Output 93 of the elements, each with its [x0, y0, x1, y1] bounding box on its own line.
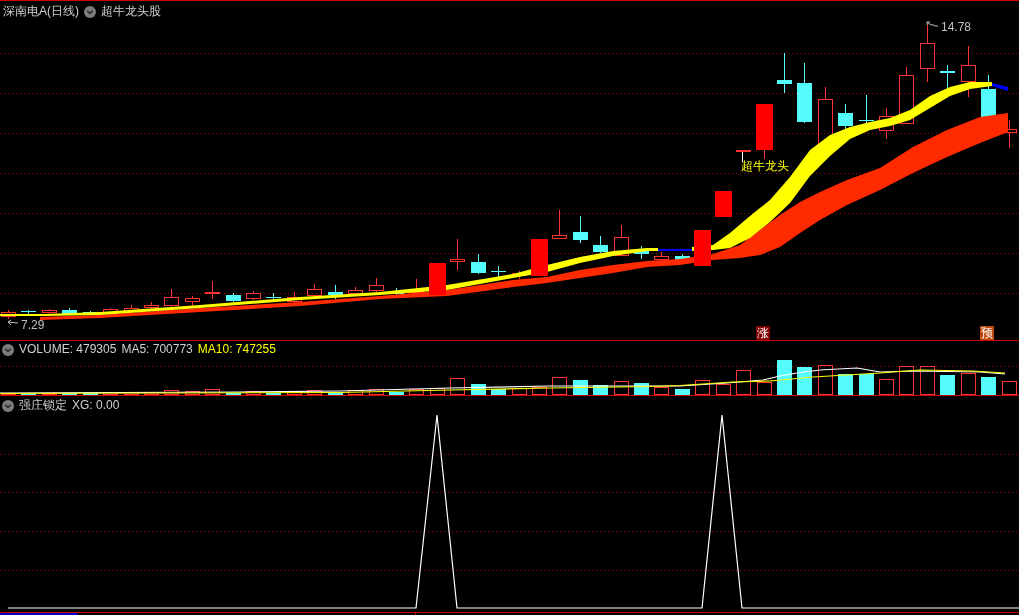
bullish-candle [961, 45, 976, 98]
volume-bar [328, 392, 343, 395]
bullish-candle [185, 295, 200, 307]
volume-bar [695, 380, 710, 395]
indicator-readout: XG: 0.00 [72, 398, 120, 413]
signal-badge: 预 [980, 326, 994, 340]
bearish-candle [573, 215, 588, 244]
pointer-arrow-icon [926, 21, 939, 28]
bearish-candle [940, 64, 955, 91]
chevron-circle-icon[interactable] [2, 343, 14, 356]
volume-bar [716, 384, 731, 395]
volume-bar [103, 392, 118, 395]
signal-badge: 涨 [756, 326, 770, 340]
volume-bar [859, 374, 874, 395]
bullish-candle [614, 224, 629, 256]
volume-bar [430, 388, 445, 395]
volume-bar [879, 379, 894, 395]
volume-bar [409, 389, 424, 395]
volume-bar [1002, 381, 1017, 395]
bullish-candle [164, 288, 179, 308]
bearish-candle [981, 74, 996, 117]
pointer-arrow-icon [7, 319, 19, 326]
low-price-label: 7.29 [21, 318, 45, 332]
bullish-candle [450, 238, 465, 271]
volume-bar [389, 392, 404, 395]
label-leader-line [742, 151, 743, 163]
volume-bar [369, 389, 384, 395]
volume-bar [838, 374, 853, 395]
volume-bar [593, 385, 608, 395]
bullish-candle [429, 263, 446, 295]
stock-title: 深南电A(日线) [3, 4, 79, 19]
doji-candle [859, 94, 874, 126]
indicator-readout: VOLUME: 479305 [19, 342, 117, 357]
volume-bar [164, 390, 179, 395]
bearish-candle [266, 292, 281, 302]
bearish-candle [471, 253, 486, 275]
volume-bar [307, 390, 322, 395]
bullish-candle [531, 239, 548, 276]
indicator-name: 超牛龙头股 [101, 4, 161, 19]
bullish-candle [369, 277, 384, 293]
volume-bar [552, 377, 567, 395]
volume-bar [920, 366, 935, 395]
volume-bar [532, 387, 547, 395]
bullish-candle [920, 24, 935, 83]
bullish-candle [287, 291, 302, 304]
volume-bar [757, 382, 772, 395]
bullish-candle [694, 230, 711, 266]
bullish-candle [42, 308, 57, 316]
volume-bar [246, 391, 261, 395]
bullish-candle [307, 283, 322, 298]
doji-candle [21, 309, 36, 315]
volume-bar [450, 378, 465, 395]
bullish-candle [144, 301, 159, 310]
bearish-candle [226, 292, 241, 303]
volume-bar [940, 375, 955, 395]
bearish-candle [593, 235, 608, 254]
volume-bar [777, 360, 792, 395]
doji-candle [205, 280, 220, 300]
bearish-candle [797, 62, 812, 124]
falling-average-segment [992, 83, 1008, 91]
volume-bar [654, 387, 669, 395]
volume-bar [675, 389, 690, 395]
volume-bar [287, 392, 302, 395]
high-price-label: 14.78 [941, 20, 972, 34]
volume-bar [185, 391, 200, 395]
indicator-readout: MA10: 747255 [197, 342, 276, 357]
bullish-candle [715, 191, 732, 217]
indicator-readout: MA5: 700773 [121, 342, 193, 357]
doji-candle [491, 265, 506, 278]
volume-bar [899, 366, 914, 395]
volume-bar [818, 365, 833, 395]
volume-bar [512, 388, 527, 395]
volume-bar [205, 389, 220, 395]
bearish-candle [838, 103, 853, 131]
bullish-candle [1, 309, 16, 320]
chevron-circle-icon[interactable] [2, 399, 14, 412]
volume-bar [348, 390, 363, 395]
signal-label: 超牛龙头 [741, 159, 789, 173]
volume-bar [614, 381, 629, 395]
volume-bar [736, 370, 751, 395]
chevron-circle-icon[interactable] [84, 5, 96, 18]
bullish-candle [756, 104, 773, 160]
volume-bar [124, 392, 139, 395]
volume-bar [491, 389, 506, 395]
bullish-candle [246, 290, 261, 301]
bullish-candle [552, 209, 567, 239]
volume-bar [981, 377, 996, 395]
volume-bar [471, 384, 486, 395]
bullish-candle [899, 66, 914, 124]
volume-bar [144, 392, 159, 395]
bearish-candle [777, 52, 792, 94]
volume-bar [961, 373, 976, 395]
indicator-name: 强庄锁定 [19, 398, 67, 413]
